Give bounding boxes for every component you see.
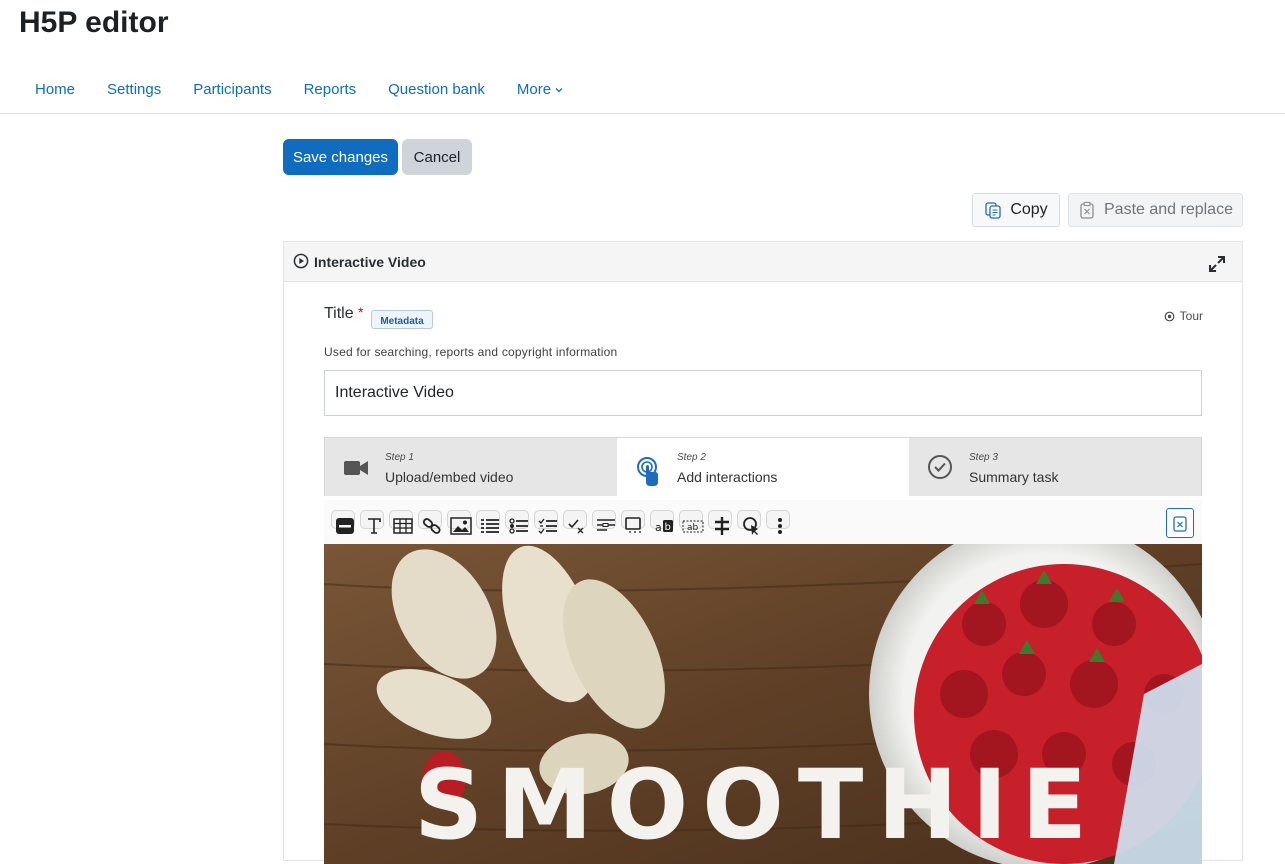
page-title: H5P editor xyxy=(19,6,169,39)
more-icon[interactable] xyxy=(765,508,794,538)
step-number: Step 1 xyxy=(385,452,414,463)
copy-label: Copy xyxy=(1010,201,1048,218)
mark-words-icon[interactable]: ab xyxy=(649,508,678,538)
label-icon[interactable] xyxy=(330,508,359,538)
svg-text:a: a xyxy=(655,521,662,534)
video-preview[interactable]: SMOOTHIE xyxy=(324,544,1202,864)
chevron-down-icon xyxy=(555,87,563,92)
library-name: Interactive Video xyxy=(314,254,426,270)
paste-label: Paste and replace xyxy=(1104,201,1233,218)
play-circle-icon xyxy=(293,253,309,269)
single-choice-icon[interactable] xyxy=(504,508,533,538)
link-icon[interactable] xyxy=(417,508,446,538)
true-false-icon[interactable] xyxy=(562,508,591,538)
metadata-button[interactable]: Metadata xyxy=(371,310,433,329)
image-icon[interactable] xyxy=(446,508,475,538)
title-field-description: Used for searching, reports and copyrigh… xyxy=(324,345,618,359)
secondary-navigation: Home Settings Participants Reports Quest… xyxy=(0,66,1285,114)
paste-icon xyxy=(1080,201,1094,219)
nav-settings[interactable]: Settings xyxy=(91,72,177,108)
title-field-label: Title xyxy=(324,305,354,322)
text-icon[interactable] xyxy=(359,508,388,538)
copy-button[interactable]: Copy xyxy=(972,193,1060,227)
touch-pointer-icon xyxy=(637,457,658,486)
h5p-editor: Interactive Video Title * Metadata Tour … xyxy=(283,241,1243,864)
statements-icon[interactable] xyxy=(475,508,504,538)
tour-label: Tour xyxy=(1179,309,1203,323)
save-changes-button[interactable]: Save changes xyxy=(283,139,398,175)
interactions-toolbar: ab ab xyxy=(324,500,1202,546)
tour-button[interactable]: Tour xyxy=(1164,309,1203,323)
fill-in-blanks-icon[interactable] xyxy=(591,508,620,538)
step-number: Step 2 xyxy=(677,452,706,463)
step-label: Add interactions xyxy=(677,469,778,485)
step-upload-video[interactable]: Step 1 Upload/embed video xyxy=(325,438,617,496)
step-label: Summary task xyxy=(969,469,1059,485)
navigation-hotspot-icon[interactable] xyxy=(736,508,765,538)
tour-icon xyxy=(1164,311,1175,321)
paste-interaction-button[interactable] xyxy=(1166,508,1194,538)
wizard-steps: Step 1 Upload/embed video Step 2 Add int… xyxy=(324,437,1202,496)
table-icon[interactable] xyxy=(388,508,417,538)
step-number: Step 3 xyxy=(969,452,998,463)
drag-question-icon[interactable] xyxy=(620,508,649,538)
fullscreen-icon[interactable] xyxy=(1208,255,1226,273)
step-summary-task[interactable]: Step 3 Summary task xyxy=(909,438,1201,496)
nav-question-bank[interactable]: Question bank xyxy=(372,72,501,108)
svg-text:ab: ab xyxy=(687,523,699,533)
step-label: Upload/embed video xyxy=(385,469,514,485)
title-input[interactable] xyxy=(324,370,1202,416)
video-overlay-text: SMOOTHIE xyxy=(414,749,1102,861)
nav-home[interactable]: Home xyxy=(19,72,91,108)
checkmark-circle-icon xyxy=(928,455,952,479)
library-header: Interactive Video xyxy=(284,242,1242,282)
nav-more[interactable]: More xyxy=(501,72,579,108)
crossroads-icon[interactable] xyxy=(707,508,736,538)
nav-reports[interactable]: Reports xyxy=(288,72,373,108)
nav-participants[interactable]: Participants xyxy=(177,72,287,108)
cancel-button[interactable]: Cancel xyxy=(402,139,472,175)
required-marker: * xyxy=(358,304,364,320)
paste-and-replace-button[interactable]: Paste and replace xyxy=(1068,193,1243,227)
video-camera-icon xyxy=(344,461,368,475)
svg-text:b: b xyxy=(664,522,670,533)
step-add-interactions[interactable]: Step 2 Add interactions xyxy=(617,438,909,496)
drag-text-icon[interactable]: ab xyxy=(678,508,707,538)
nav-more-label: More xyxy=(516,80,552,98)
multiple-choice-icon[interactable] xyxy=(533,508,562,538)
paste-icon xyxy=(1173,516,1187,532)
copy-icon xyxy=(985,202,1001,219)
